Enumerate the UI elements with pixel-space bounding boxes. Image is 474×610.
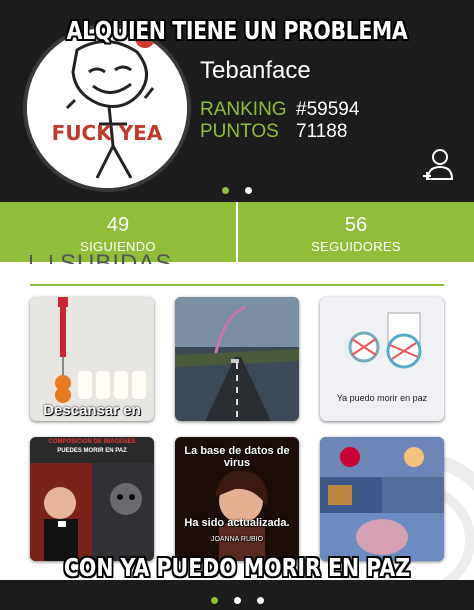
thumbnail-caption: Descansar en bbox=[43, 402, 141, 419]
section-divider bbox=[30, 284, 444, 286]
upload-thumbnail[interactable] bbox=[320, 437, 444, 561]
username: Tebanface bbox=[200, 57, 311, 84]
pager-dot[interactable] bbox=[233, 597, 241, 604]
pager-dot[interactable] bbox=[222, 187, 229, 194]
thumbnail-image bbox=[320, 437, 444, 561]
section-title-text: SUBIDAS bbox=[60, 250, 173, 264]
thumbnail-subcaption: PUEDES MORIR EN PAZ bbox=[57, 448, 127, 454]
thumbnail-image bbox=[30, 437, 154, 561]
thumbnail-subcaption: Ha sido actualizada. bbox=[184, 517, 290, 529]
followers-label: SEGUIDORES bbox=[311, 239, 401, 254]
thumbnail-image bbox=[175, 297, 299, 421]
upload-thumbnail[interactable] bbox=[175, 297, 299, 421]
footer-pager bbox=[0, 591, 474, 609]
section-title: SUBIDAS bbox=[30, 250, 172, 264]
thumbnail-caption: La base de datos de virus bbox=[184, 445, 290, 469]
thumbnail-footer-text: JOANNA RUBIO bbox=[210, 536, 264, 543]
pager-dot[interactable] bbox=[256, 597, 264, 604]
ranking-label: RANKING bbox=[200, 99, 287, 120]
pager-dot[interactable] bbox=[210, 597, 218, 604]
followers-tab[interactable]: 56 SEGUIDORES bbox=[236, 202, 474, 262]
avatar-logo-text: FUCK YEA bbox=[52, 121, 163, 145]
points-value: 71188 bbox=[296, 121, 348, 142]
upload-thumbnail[interactable]: La base de datos de virus Ha sido actual… bbox=[175, 437, 299, 561]
add-user-icon[interactable] bbox=[420, 146, 456, 182]
thumbnail-caption: COMPOSICION DE IMAGENES bbox=[48, 439, 136, 445]
followers-count: 56 bbox=[344, 214, 368, 236]
pager-dot[interactable] bbox=[245, 187, 252, 194]
thumbnail-caption: Ya puedo morir en paz bbox=[336, 393, 428, 403]
upload-thumbnail[interactable]: Ya puedo morir en paz bbox=[320, 297, 444, 421]
avatar[interactable]: FUCK YEA bbox=[23, 24, 191, 192]
points-label: PUNTOS bbox=[200, 121, 279, 142]
ranking-value: #59594 bbox=[296, 99, 360, 120]
upload-tray-icon bbox=[30, 254, 52, 264]
avatar-image: FUCK YEA bbox=[27, 28, 187, 188]
upload-thumbnail[interactable]: Descansar en bbox=[30, 297, 154, 421]
meme-bottom-caption: CON YA PUEDO MORIR EN PAZ bbox=[63, 553, 411, 582]
upload-thumbnail[interactable]: COMPOSICION DE IMAGENES PUEDES MORIR EN … bbox=[30, 437, 154, 561]
header-pager bbox=[0, 181, 474, 199]
following-count: 49 bbox=[106, 214, 130, 236]
meme-top-caption: ALQUIEN TIENE UN PROBLEMA bbox=[66, 16, 408, 45]
